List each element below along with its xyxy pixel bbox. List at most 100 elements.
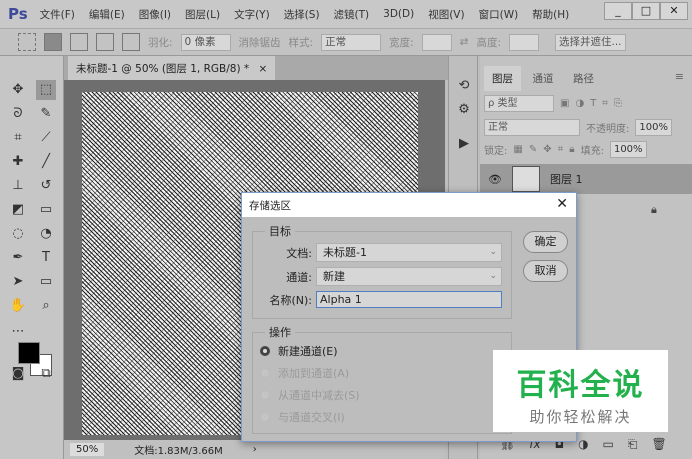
ok-button[interactable]: 确定: [523, 231, 568, 253]
filter-adjust-icon[interactable]: ◑: [575, 98, 584, 109]
feather-input[interactable]: 0 像素: [180, 33, 231, 51]
document-select[interactable]: 未标题-1 ⌄: [316, 243, 502, 262]
layer-filter-select[interactable]: ρ 类型: [484, 94, 554, 112]
lasso-tool-icon[interactable]: ᘐ: [8, 104, 28, 124]
menu-window[interactable]: 窗口(W): [479, 7, 519, 22]
panel-menu-icon[interactable]: ≡: [675, 70, 684, 83]
radio-add-to-channel[interactable]: 添加到通道(A): [260, 365, 349, 381]
subtract-selection-icon[interactable]: [96, 33, 114, 51]
tab-paths[interactable]: 路径: [565, 66, 602, 91]
quick-select-tool-icon[interactable]: ✎: [36, 104, 56, 124]
fill-label: 填充:: [580, 145, 604, 157]
trash-icon[interactable]: 🗑︎: [652, 437, 667, 452]
move-tool-icon[interactable]: ✥: [8, 80, 28, 100]
menu-type[interactable]: 文字(Y): [234, 7, 270, 22]
opacity-input[interactable]: 100%: [635, 118, 672, 136]
width-input[interactable]: [421, 33, 452, 51]
layer-row[interactable]: 👁︎ 图层 1: [480, 164, 692, 194]
quick-mask-icon[interactable]: ◙: [8, 364, 28, 384]
shape-tool-icon[interactable]: ▭: [36, 272, 56, 292]
radio-subtract-from-channel[interactable]: 从通道中减去(S): [260, 387, 360, 403]
hand-tool-icon[interactable]: ✋: [8, 296, 28, 316]
eyedropper-tool-icon[interactable]: ⟋: [36, 128, 56, 148]
menu-filter[interactable]: 滤镜(T): [334, 7, 370, 22]
layer-lock-icon: 🔒︎: [651, 203, 657, 216]
tab-channels[interactable]: 通道: [525, 66, 562, 91]
screen-mode-icon[interactable]: ⧉: [36, 364, 56, 384]
layer-thumbnail: [511, 166, 540, 192]
eraser-tool-icon[interactable]: ◩: [8, 200, 28, 220]
menu-3d[interactable]: 3D(D): [383, 8, 414, 20]
crop-tool-icon[interactable]: ⌗: [8, 128, 28, 148]
zoom-tool-icon[interactable]: ⌕: [36, 296, 56, 316]
lock-all-icon[interactable]: 🔒︎: [569, 144, 574, 155]
lock-transparent-icon[interactable]: ▦: [513, 144, 522, 155]
gradient-tool-icon[interactable]: ▭: [36, 200, 56, 220]
document-tab[interactable]: 未标题-1 @ 50% (图层 1, RGB/8) * ×: [68, 56, 276, 80]
radio-icon: [260, 390, 270, 400]
lock-artboard-icon[interactable]: ⌗: [558, 144, 564, 155]
tab-layers[interactable]: 图层: [484, 66, 521, 91]
dodge-tool-icon[interactable]: ◔: [36, 224, 56, 244]
fill-input[interactable]: 100%: [609, 140, 647, 158]
channel-select[interactable]: 新建 ⌄: [316, 267, 502, 286]
document-size: 文档:1.83M/3.66M: [134, 446, 223, 457]
select-and-mask-button[interactable]: 选择并遮住...: [555, 33, 626, 51]
blend-mode-select[interactable]: 正常: [484, 118, 580, 136]
radio-intersect-channel[interactable]: 与通道交叉(I): [260, 409, 345, 425]
close-button[interactable]: ✕: [660, 2, 688, 20]
menu-view[interactable]: 视图(V): [428, 7, 464, 22]
style-label: 样式:: [288, 36, 314, 49]
properties-panel-icon[interactable]: ⚙: [454, 100, 474, 120]
folder-icon[interactable]: ▭: [603, 437, 614, 452]
visibility-eye-icon[interactable]: 👁︎: [488, 173, 502, 186]
filter-type-icon[interactable]: T: [590, 98, 596, 109]
intersect-selection-icon[interactable]: [122, 33, 140, 51]
channel-value: 新建: [323, 270, 345, 283]
lock-paint-icon[interactable]: ✎: [529, 144, 537, 155]
more-tools-icon[interactable]: ⋯: [8, 322, 28, 342]
add-selection-icon[interactable]: [70, 33, 88, 51]
foreground-color-swatch[interactable]: [18, 342, 40, 364]
filter-smart-icon[interactable]: ⎘: [614, 98, 622, 109]
history-brush-icon[interactable]: ↺: [36, 176, 56, 196]
cancel-button[interactable]: 取消: [523, 260, 568, 282]
style-select[interactable]: 正常: [321, 33, 382, 51]
stamp-tool-icon[interactable]: ⊥: [8, 176, 28, 196]
layer-name: 图层 1: [549, 173, 583, 186]
path-select-icon[interactable]: ➤: [8, 272, 28, 292]
dialog-close-icon[interactable]: ✕: [556, 196, 568, 212]
menu-layer[interactable]: 图层(L): [185, 7, 220, 22]
maximize-button[interactable]: □: [632, 2, 660, 20]
history-panel-icon[interactable]: ⟲: [454, 76, 474, 96]
filter-pixel-icon[interactable]: ▣: [560, 98, 569, 109]
menu-select[interactable]: 选择(S): [284, 7, 320, 22]
menu-edit[interactable]: 编辑(E): [89, 7, 125, 22]
feather-label: 羽化:: [148, 36, 173, 49]
antialias-checkbox[interactable]: 消除锯齿: [239, 35, 281, 50]
type-tool-icon[interactable]: T: [36, 248, 56, 268]
height-input[interactable]: [509, 33, 539, 51]
new-selection-icon[interactable]: [44, 33, 62, 51]
brush-tool-icon[interactable]: ╱: [36, 152, 56, 172]
marquee-tool-icon[interactable]: ⬚: [36, 80, 56, 100]
status-arrow[interactable]: ›: [253, 444, 257, 455]
radio-new-channel[interactable]: 新建通道(E): [260, 343, 338, 359]
marquee-preset-icon[interactable]: [18, 33, 36, 51]
actions-play-icon[interactable]: ▶: [454, 134, 474, 154]
menu-file[interactable]: 文件(F): [40, 7, 75, 22]
zoom-level[interactable]: 50%: [70, 443, 105, 456]
lock-move-icon[interactable]: ✥: [543, 144, 551, 155]
filter-shape-icon[interactable]: ⌗: [602, 98, 608, 109]
adjustment-icon[interactable]: ◑: [578, 437, 588, 452]
menu-help[interactable]: 帮助(H): [532, 7, 569, 22]
menu-image[interactable]: 图像(I): [139, 7, 171, 22]
minimize-button[interactable]: _: [604, 2, 632, 20]
healing-tool-icon[interactable]: ✚: [8, 152, 28, 172]
pen-tool-icon[interactable]: ✒: [8, 248, 28, 268]
new-layer-icon[interactable]: ⎗: [628, 437, 638, 452]
blur-tool-icon[interactable]: ◌: [8, 224, 28, 244]
swap-icon[interactable]: ⇄: [460, 36, 469, 48]
name-input[interactable]: Alpha 1: [316, 291, 502, 308]
close-tab-icon[interactable]: ×: [259, 63, 268, 75]
